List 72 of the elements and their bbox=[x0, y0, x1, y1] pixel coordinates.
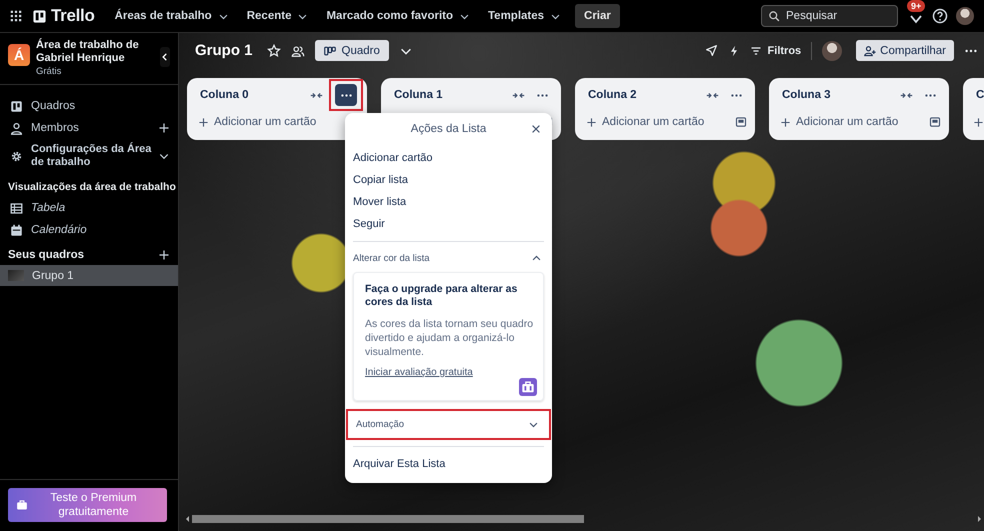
apps-grid-icon[interactable] bbox=[10, 10, 22, 22]
collapse-sidebar-button[interactable] bbox=[160, 47, 170, 67]
help-icon[interactable] bbox=[932, 8, 948, 24]
boards-icon bbox=[10, 100, 23, 112]
nav-menu-button[interactable]: Marcado como favorito bbox=[318, 6, 478, 26]
list-title[interactable]: Coluna 0 bbox=[195, 89, 304, 101]
sidebar-item[interactable]: Configurações da Área de trabalho bbox=[10, 139, 153, 173]
workspace-avatar: Á bbox=[8, 44, 30, 66]
sidebar-item[interactable]: Quadros bbox=[10, 96, 76, 116]
template-icon[interactable] bbox=[929, 116, 941, 128]
board-title[interactable]: Grupo 1 bbox=[195, 42, 253, 59]
workspace-plan: Grátis bbox=[36, 66, 62, 77]
popover-title: Ações da Lista bbox=[410, 123, 486, 135]
nav-menu-button[interactable]: Templates bbox=[480, 6, 570, 26]
upgrade-title: Faça o upgrade para alterar as cores da lista bbox=[365, 283, 518, 309]
filter-icon bbox=[750, 44, 762, 56]
logo-text: Trello bbox=[51, 6, 95, 26]
create-button[interactable]: Criar bbox=[575, 4, 620, 28]
add-card-button[interactable]: Adicionar um cartão bbox=[583, 116, 704, 128]
trello-logo[interactable]: Trello bbox=[32, 6, 95, 26]
color-section-toggle[interactable]: Alterar cor da lista bbox=[345, 248, 552, 269]
board-icon bbox=[32, 8, 47, 24]
list-title[interactable]: Coluna 1 bbox=[389, 89, 506, 101]
view-switcher-button[interactable]: Quadro bbox=[314, 40, 389, 61]
list-title[interactable]: Coluna 2 bbox=[583, 89, 700, 101]
add-person-icon bbox=[864, 44, 876, 56]
briefcase-icon bbox=[519, 378, 537, 396]
board-thumbnail bbox=[8, 270, 24, 281]
section-heading: Seus quadros bbox=[8, 249, 84, 261]
send-icon[interactable] bbox=[704, 44, 718, 57]
plus-icon[interactable] bbox=[973, 116, 984, 128]
add-card-button[interactable]: Adicionar um cartão bbox=[777, 116, 898, 128]
filter-button[interactable]: Filtros bbox=[750, 44, 802, 56]
settings-icon bbox=[10, 150, 23, 162]
board-view-icon bbox=[324, 44, 336, 56]
close-icon[interactable] bbox=[530, 123, 542, 135]
trial-link[interactable]: Iniciar avaliação gratuita bbox=[365, 367, 473, 378]
plus-icon bbox=[780, 116, 791, 128]
calendar-icon bbox=[10, 224, 23, 236]
person-icon bbox=[10, 122, 23, 134]
template-icon[interactable] bbox=[735, 116, 747, 128]
plus-icon bbox=[586, 116, 597, 128]
workspace-name: Área de trabalho de Gabriel Henrique bbox=[36, 39, 140, 65]
sidebar-item[interactable]: Membros bbox=[10, 118, 79, 138]
avatar-icon[interactable] bbox=[956, 7, 974, 25]
avatar-icon[interactable] bbox=[822, 40, 842, 60]
menu-item[interactable]: Adicionar cartão bbox=[345, 147, 552, 169]
automation-section-toggle[interactable]: Automação bbox=[348, 411, 549, 438]
nav-menu-button[interactable]: Recente bbox=[238, 6, 316, 26]
menu-item[interactable]: Arquivar Esta Lista bbox=[345, 453, 552, 475]
search-field[interactable]: Pesquisar bbox=[761, 5, 898, 27]
list-menu-button[interactable] bbox=[335, 84, 357, 106]
menu-item[interactable]: Seguir bbox=[345, 213, 552, 235]
menu-item[interactable]: Copiar lista bbox=[345, 169, 552, 191]
board-list-item[interactable]: Grupo 1 bbox=[0, 265, 178, 286]
table-icon bbox=[10, 202, 23, 214]
list-title[interactable]: C bbox=[971, 89, 984, 101]
star-icon[interactable] bbox=[266, 44, 281, 58]
menu-item[interactable]: Mover lista bbox=[345, 191, 552, 213]
add-card-button[interactable]: Adicionar um cartão bbox=[195, 116, 316, 128]
sidebar-item[interactable]: Tabela bbox=[10, 198, 66, 218]
premium-trial-button[interactable]: Teste o Premium gratuitamente bbox=[8, 488, 167, 522]
nav-menu-button[interactable]: Áreas de trabalho bbox=[106, 6, 237, 26]
section-heading: Visualizações da área de trabalho bbox=[7, 180, 177, 195]
list-title[interactable]: Coluna 3 bbox=[777, 89, 894, 101]
sidebar-item[interactable]: Calendário bbox=[10, 220, 87, 240]
share-button[interactable]: Compartilhar bbox=[856, 40, 954, 61]
plus-icon bbox=[198, 116, 209, 128]
notification-badge: 9+ bbox=[907, 0, 926, 12]
people-icon[interactable] bbox=[290, 44, 305, 58]
briefcase-icon bbox=[16, 499, 28, 511]
upgrade-text: As cores da lista tornam seu quadro divertido e ajudam a organizá-lo visualmente. bbox=[365, 317, 534, 359]
